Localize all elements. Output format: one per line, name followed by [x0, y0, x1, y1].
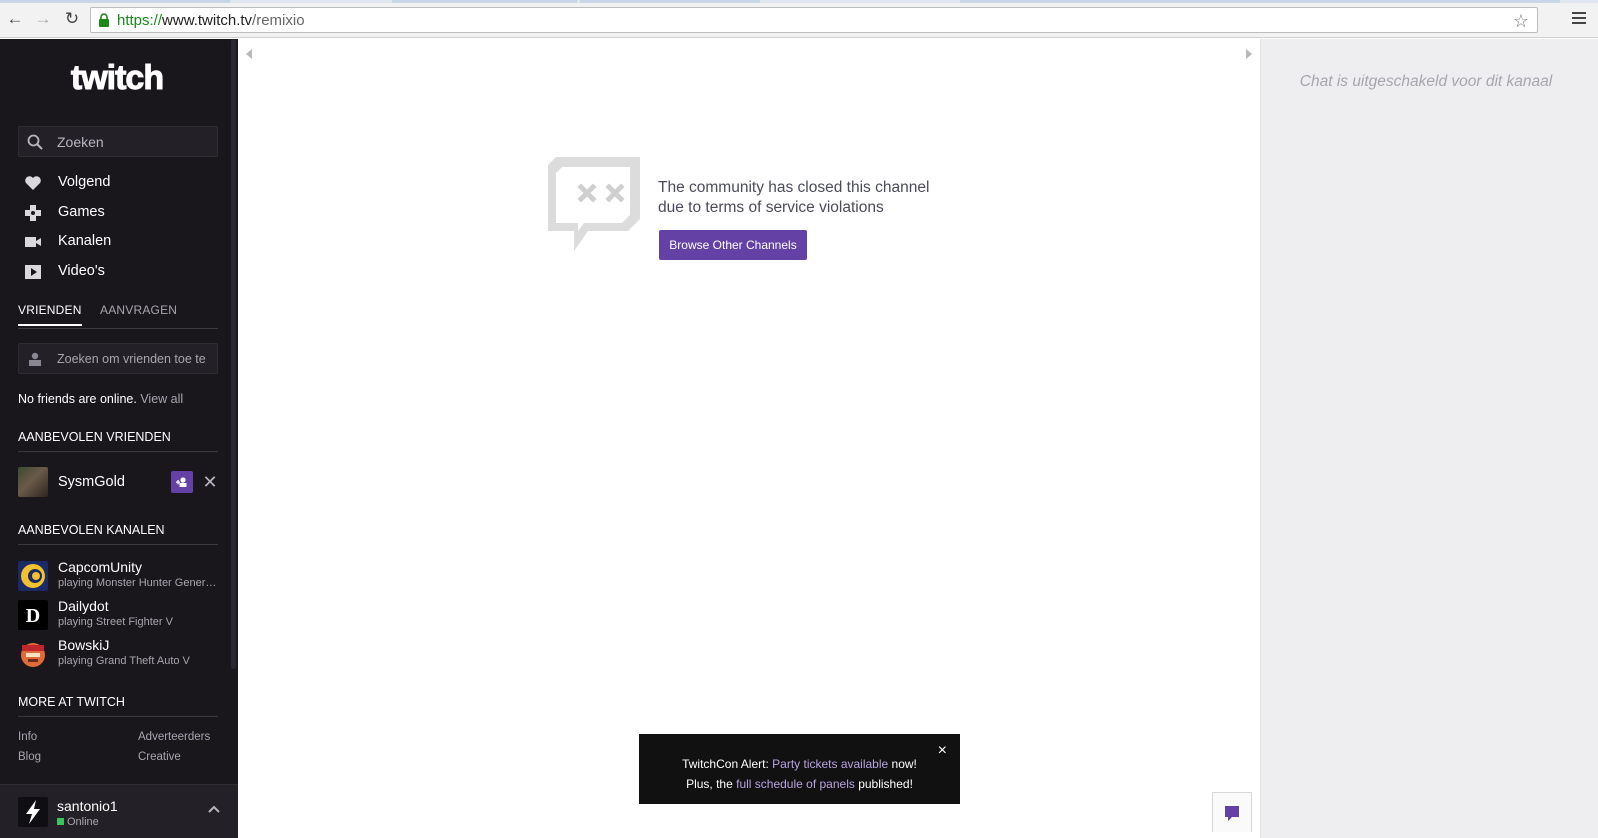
chat-panel: Chat is uitgeschakeld voor dit kanaal — [1260, 39, 1598, 838]
search-input[interactable]: Zoeken — [18, 126, 218, 157]
back-button[interactable]: ← — [5, 9, 25, 29]
add-user-icon — [176, 477, 187, 487]
channel-name: BowskiJ — [58, 637, 110, 653]
nav-item-following[interactable]: Volgend — [24, 172, 214, 194]
avatar — [18, 467, 48, 497]
nav-label: Kanalen — [58, 233, 112, 249]
browser-toolbar: ← → ↻ https://www.twitch.tv/remixio ☆ — [0, 0, 1598, 38]
chevron-up-icon[interactable] — [208, 805, 220, 813]
chat-disabled-message: Chat is uitgeschakeld voor dit kanaal — [1299, 73, 1553, 90]
online-dot — [57, 818, 64, 825]
forward-button[interactable]: → — [33, 9, 53, 29]
recommended-channels-heading: AANBEVOLEN KANALEN — [18, 523, 218, 545]
nav-label: Video's — [58, 263, 105, 279]
friend-search-placeholder: Zoeken om vrienden toe te voegen — [57, 352, 209, 366]
no-friends-label: No friends are online. — [18, 392, 137, 406]
closed-message-line2: due to terms of service violations — [658, 199, 884, 216]
alert-text: Plus, the — [686, 777, 737, 791]
channel-item[interactable]: D Dailydot playing Street Fighter V — [18, 598, 218, 632]
svg-text:twitch: twitch — [71, 59, 163, 97]
svg-text:D: D — [26, 605, 40, 627]
sidebar-scrollbar[interactable] — [231, 39, 236, 669]
tab-friends[interactable]: VRIENDEN — [18, 303, 82, 326]
main-content: The community has closed this channel du… — [238, 39, 1260, 838]
twitch-logo[interactable]: twitch — [70, 59, 165, 99]
browser-menu-icon[interactable] — [1572, 12, 1586, 26]
left-sidebar: twitch Zoeken Volgend Games Kanalen Vide… — [0, 39, 238, 838]
footer-link-advertisers[interactable]: Adverteerders — [138, 731, 210, 743]
address-bar[interactable]: https://www.twitch.tv/remixio ☆ — [90, 7, 1538, 33]
footer-link-blog[interactable]: Blog — [18, 751, 41, 763]
video-camera-icon — [25, 237, 41, 247]
channel-game: playing Grand Theft Auto V — [58, 655, 190, 667]
nav-item-videos[interactable]: Video's — [24, 261, 214, 283]
nav-item-games[interactable]: Games — [24, 202, 214, 224]
url-text: https://www.twitch.tv/remixio — [117, 12, 305, 29]
friend-search-input[interactable]: Zoeken om vrienden toe te voegen — [18, 343, 218, 374]
search-icon — [27, 134, 43, 150]
twitchcon-alert: × TwitchCon Alert: Party tickets availab… — [639, 734, 960, 804]
nav-label: Volgend — [58, 174, 111, 190]
nav-item-channels[interactable]: Kanalen — [24, 231, 214, 253]
user-bar[interactable]: santonio1 Online — [0, 784, 238, 838]
collapse-left-arrow-icon[interactable] — [246, 49, 252, 59]
view-all-link[interactable]: View all — [140, 392, 183, 406]
chat-toggle-button[interactable] — [1212, 792, 1252, 832]
avatar — [18, 561, 48, 591]
lock-icon — [99, 13, 109, 27]
closed-message-line1: The community has closed this channel — [658, 179, 930, 196]
more-at-twitch-heading: MORE AT TWITCH — [18, 695, 218, 717]
friends-tabs: VRIENDEN AANVRAGEN — [18, 303, 218, 329]
alert-text: TwitchCon Alert: — [682, 757, 773, 771]
collapse-right-arrow-icon[interactable] — [1246, 49, 1252, 59]
recommended-friend-row[interactable]: SysmGold ✕ — [18, 467, 218, 497]
user-icon — [29, 352, 41, 366]
recommended-friends-heading: AANBEVOLEN VRIENDEN — [18, 430, 218, 452]
footer-link-info[interactable]: Info — [18, 731, 37, 743]
channel-game: playing Street Fighter V — [58, 616, 173, 628]
schedule-of-panels-link[interactable]: full schedule of panels — [736, 777, 855, 791]
dead-glitch-icon — [548, 157, 640, 251]
footer-link-creative[interactable]: Creative — [138, 751, 181, 763]
channel-name: CapcomUnity — [58, 559, 143, 575]
channel-name: Dailydot — [58, 598, 109, 614]
search-placeholder: Zoeken — [57, 134, 104, 150]
browse-other-channels-button[interactable]: Browse Other Channels — [659, 230, 807, 260]
channel-item[interactable]: BowskiJ playing Grand Theft Auto V — [18, 637, 218, 671]
nav-label: Games — [58, 204, 105, 220]
play-icon — [25, 265, 41, 279]
alert-text: published! — [854, 777, 913, 791]
party-tickets-link[interactable]: Party tickets available — [772, 757, 888, 771]
reload-button[interactable]: ↻ — [62, 9, 82, 29]
tab-strip — [0, 0, 1598, 3]
avatar: D — [18, 600, 48, 630]
chat-bubble-icon — [1225, 806, 1239, 821]
dismiss-icon[interactable]: ✕ — [200, 472, 220, 492]
channel-game: playing Monster Hunter Generations — [58, 577, 218, 589]
username: santonio1 — [57, 798, 118, 814]
gamepad-icon — [25, 205, 41, 221]
alert-line1: TwitchCon Alert: Party tickets available… — [639, 757, 960, 771]
alert-text: now! — [888, 757, 917, 771]
add-friend-button[interactable] — [171, 471, 193, 493]
channel-item[interactable]: CapcomUnity playing Monster Hunter Gener… — [18, 559, 218, 593]
heart-icon — [25, 176, 41, 190]
tab-requests[interactable]: AANVRAGEN — [100, 303, 177, 317]
bookmark-star-icon[interactable]: ☆ — [1513, 11, 1529, 32]
alert-line2: Plus, the full schedule of panels publis… — [639, 777, 960, 791]
no-friends-text: No friends are online. View all — [18, 392, 183, 406]
channel-closed-message: The community has closed this channel du… — [658, 178, 958, 218]
avatar — [18, 639, 48, 669]
avatar — [18, 797, 48, 827]
user-status: Online — [57, 816, 99, 828]
user-status-label: Online — [67, 816, 99, 828]
friend-name: SysmGold — [58, 474, 125, 490]
